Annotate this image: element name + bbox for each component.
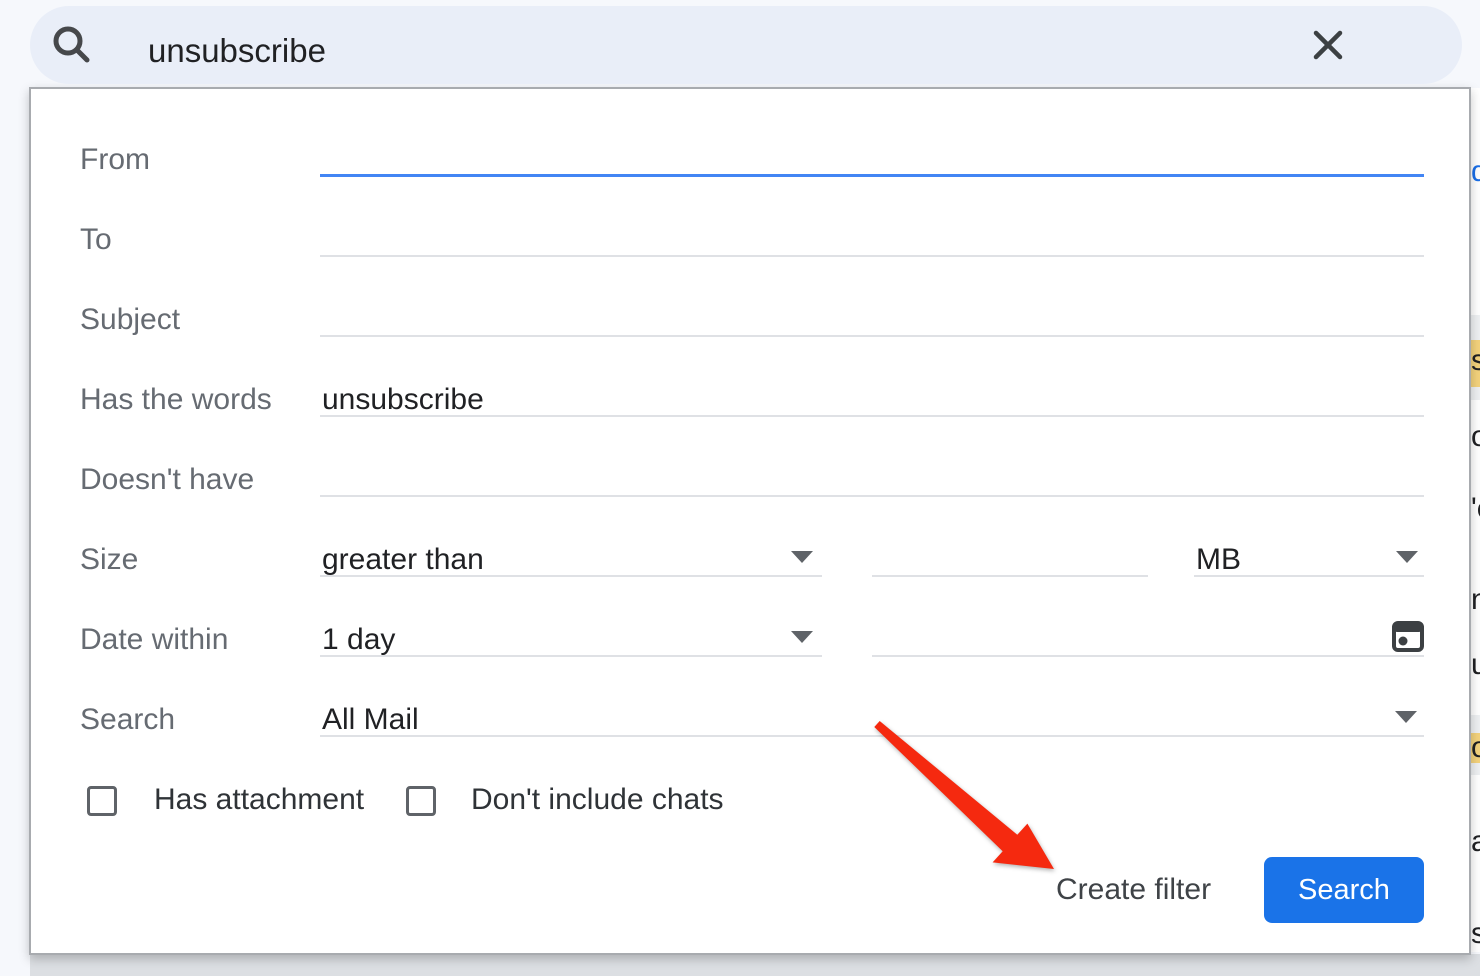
subject-label: Subject [80,302,180,338]
list-row-band [1471,387,1480,400]
partial-glyph: o [1471,731,1480,765]
has-words-label: Has the words [80,382,272,418]
scope-value: All Mail [322,702,419,738]
partial-glyph: d [1471,155,1480,189]
red-arrow-annotation [855,700,1075,890]
chevron-down-icon [791,551,813,563]
close-icon[interactable] [1308,25,1348,65]
dont-include-chats-checkbox[interactable] [406,786,436,816]
subject-input[interactable] [320,335,1424,337]
search-input[interactable]: unsubscribe [148,31,326,71]
has-words-input[interactable] [320,415,1424,417]
calendar-icon[interactable] [1391,617,1425,653]
partial-glyph: a [1471,825,1480,859]
has-words-value: unsubscribe [322,382,484,418]
to-input[interactable] [320,255,1424,257]
size-unit-dropdown[interactable] [1194,575,1424,577]
chevron-down-icon [1395,711,1417,723]
search-button-label: Search [1298,876,1390,905]
partial-glyph: u [1471,648,1480,682]
partial-glyph: o [1471,420,1480,454]
date-input[interactable] [872,655,1424,657]
partial-glyph: s [1471,917,1480,951]
chevron-down-icon [1396,551,1418,563]
search-button[interactable]: Search [1264,857,1424,923]
size-unit-value: MB [1196,542,1241,578]
size-label: Size [80,542,138,578]
dont-include-chats-label[interactable]: Don't include chats [471,782,724,818]
doesnt-have-input[interactable] [320,495,1424,497]
chevron-down-icon [791,631,813,643]
has-attachment-checkbox[interactable] [87,786,117,816]
search-icon[interactable] [48,22,94,68]
size-operator-dropdown[interactable] [320,575,822,577]
size-amount-input[interactable] [872,575,1148,577]
partial-glyph: n [1471,583,1480,617]
size-operator-value: greater than [322,542,484,578]
date-range-dropdown[interactable] [320,655,822,657]
has-attachment-label[interactable]: Has attachment [154,782,364,818]
date-within-label: Date within [80,622,228,658]
create-filter-button[interactable]: Create filter [1056,870,1211,910]
scope-label: Search [80,702,175,738]
background-email-list-sliver: d s o 'e n u o a s [1471,88,1480,952]
date-range-value: 1 day [322,622,395,658]
to-label: To [80,222,112,258]
doesnt-have-label: Doesn't have [80,462,254,498]
page-background-band [30,954,1480,976]
from-label: From [80,142,150,178]
search-bar[interactable]: unsubscribe [30,6,1462,84]
from-input[interactable] [320,174,1424,177]
list-row-band [1471,315,1480,340]
partial-glyph: 'e [1471,492,1480,526]
partial-glyph: s [1471,344,1480,378]
advanced-search-panel [29,87,1471,955]
